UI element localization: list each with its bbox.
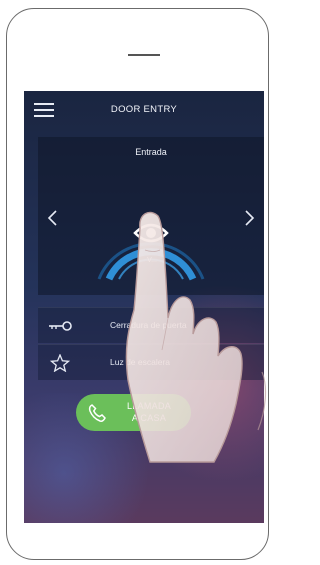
eye-icon — [133, 223, 169, 243]
page-title: DOOR ENTRY — [110, 104, 178, 115]
view-camera-button[interactable] — [91, 175, 211, 295]
camera-panel: Entrada V... — [38, 137, 264, 295]
stair-light-row[interactable]: Luz de escalera — [38, 344, 264, 380]
door-lock-label: Cerradura de puerta — [110, 320, 187, 330]
call-home-button[interactable]: LLAMADA A CASA — [76, 394, 191, 431]
chevron-left-icon[interactable] — [46, 209, 58, 227]
app-screen: DOOR ENTRY Entrada V... Cerradura de pue… — [24, 91, 264, 523]
call-home-label: LLAMADA A CASA — [126, 401, 172, 423]
camera-title: Entrada — [135, 147, 167, 157]
star-icon — [49, 354, 71, 372]
earpiece — [128, 54, 160, 56]
top-bar: DOOR ENTRY — [24, 91, 264, 129]
key-icon — [49, 321, 72, 331]
stair-light-label: Luz de escalera — [110, 357, 171, 367]
phone-icon — [88, 404, 106, 422]
phone-frame: DOOR ENTRY Entrada V... Cerradura de pue… — [6, 8, 269, 560]
view-label: V... — [147, 257, 157, 264]
door-lock-row[interactable]: Cerradura de puerta — [38, 307, 264, 343]
chevron-right-icon[interactable] — [244, 209, 256, 227]
